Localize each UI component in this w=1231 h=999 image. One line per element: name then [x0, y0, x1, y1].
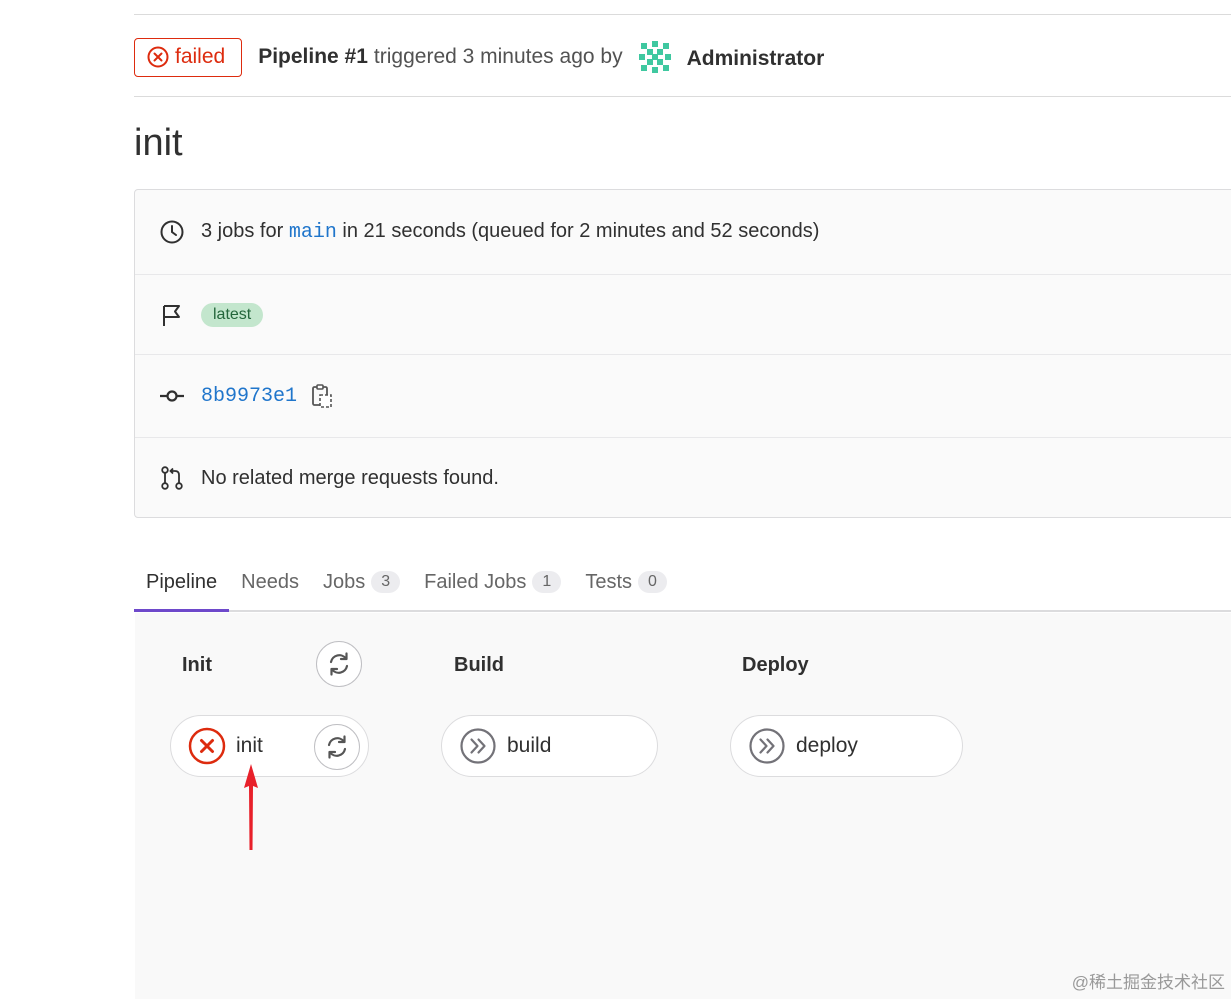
watermark: @稀土掘金技术社区 [1071, 973, 1225, 992]
commit-icon [160, 390, 184, 402]
tab-needs[interactable]: Needs [229, 554, 311, 610]
stage-title-deploy: Deploy [742, 654, 809, 676]
failed-circle-icon [147, 46, 169, 68]
pipeline-id: Pipeline #1 [258, 45, 368, 68]
latest-badge: latest [201, 302, 264, 327]
avatar[interactable] [636, 39, 673, 75]
page-title: init [134, 122, 183, 164]
merge-requests-text: No related merge requests found. [201, 466, 499, 489]
tab-label: Needs [241, 570, 299, 593]
tab-label: Jobs [322, 570, 366, 593]
stage-title-init: Init [182, 654, 212, 676]
branch-link[interactable]: main [289, 221, 337, 244]
job-name: deploy [796, 734, 858, 757]
tab-pipeline[interactable]: Pipeline [134, 556, 230, 612]
merge-request-icon [161, 466, 183, 490]
tab-count-badge: 3 [371, 571, 401, 593]
commit-row: 8b9973e1 [135, 355, 1231, 438]
clock-icon [160, 220, 184, 244]
tab-jobs[interactable]: Jobs 3 [311, 554, 412, 610]
badges-row: latest [135, 275, 1231, 355]
stage-title-build: Build [454, 654, 504, 676]
job-init[interactable]: init [170, 715, 369, 777]
pipeline-graph [135, 613, 1231, 999]
pipeline-header: failed Pipeline #1 triggered 3 minutes a… [134, 37, 824, 77]
pipeline-info-box: 3 jobs for main in 21 seconds (queued fo… [134, 189, 1231, 518]
tab-label: Pipeline [146, 571, 218, 593]
duration-row: 3 jobs for main in 21 seconds (queued fo… [135, 190, 1231, 275]
job-build[interactable]: build [441, 715, 658, 777]
flag-icon [163, 304, 180, 326]
failed-status-icon [188, 727, 226, 765]
job-name: init [236, 734, 263, 757]
skipped-status-icon [460, 728, 496, 764]
header-divider [134, 96, 1231, 97]
retry-icon [327, 735, 347, 759]
tab-count-badge: 0 [638, 571, 667, 593]
tab-label: Tests [585, 570, 633, 593]
triggered-text: triggered 3 minutes ago by [373, 45, 623, 68]
status-label: failed [175, 45, 226, 68]
duration-text: 3 jobs for main in 21 seconds (queued fo… [201, 220, 819, 244]
tab-tests[interactable]: Tests 0 [573, 554, 679, 610]
user-name-link[interactable]: Administrator [687, 47, 825, 71]
job-deploy[interactable]: deploy [730, 715, 963, 777]
pipeline-tabs: Pipeline Needs Jobs 3 Failed Jobs 1 Test… [134, 556, 1231, 612]
merge-requests-row: No related merge requests found. [135, 438, 1231, 518]
pipeline-summary: Pipeline #1 triggered 3 minutes ago by A… [258, 39, 824, 75]
retry-job-button[interactable] [314, 724, 360, 770]
top-divider [134, 14, 1231, 15]
annotation-arrow-icon [244, 764, 258, 850]
retry-icon [329, 652, 349, 676]
retry-stage-button[interactable] [316, 641, 362, 687]
tab-failed-jobs[interactable]: Failed Jobs 1 [412, 554, 573, 610]
tab-label: Failed Jobs [424, 570, 527, 593]
status-badge[interactable]: failed [134, 37, 243, 77]
commit-sha-link[interactable]: 8b9973e1 [201, 385, 297, 408]
skipped-status-icon [749, 728, 785, 764]
jobs-prefix: 3 jobs for [201, 220, 284, 242]
jobs-suffix: in 21 seconds (queued for 2 minutes and … [342, 220, 820, 242]
job-name: build [507, 734, 552, 757]
copy-icon[interactable] [311, 383, 333, 409]
tab-count-badge: 1 [532, 571, 562, 593]
